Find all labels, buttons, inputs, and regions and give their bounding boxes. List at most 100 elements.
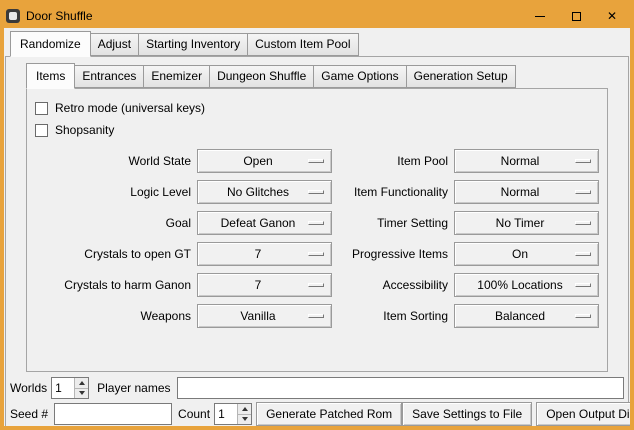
seed-label: Seed # — [10, 407, 48, 421]
save-settings-button[interactable]: Save Settings to File — [402, 402, 532, 426]
window-title: Door Shuffle — [26, 9, 93, 23]
items-pane: Retro mode (universal keys) Shopsanity W… — [26, 88, 608, 372]
item-pool-value: Normal — [455, 154, 575, 168]
close-icon: ✕ — [607, 10, 617, 22]
player-names-input[interactable] — [177, 377, 625, 399]
item-functionality-value: Normal — [455, 185, 575, 199]
worlds-input[interactable] — [52, 378, 74, 398]
progressive-items-label: Progressive Items — [332, 247, 448, 261]
logic-level-dropdown[interactable]: No Glitches — [197, 180, 332, 204]
worlds-label: Worlds — [10, 381, 47, 395]
settings-row: World State Open Item Pool Normal — [33, 149, 601, 173]
crystals-ganon-value: 7 — [198, 278, 308, 292]
item-pool-dropdown[interactable]: Normal — [454, 149, 599, 173]
secondary-tab-bar: Items Entrances Enemizer Dungeon Shuffle… — [26, 63, 628, 88]
accessibility-label: Accessibility — [332, 278, 448, 292]
crystals-gt-dropdown[interactable]: 7 — [197, 242, 332, 266]
accessibility-value: 100% Locations — [455, 278, 575, 292]
arrow-up-icon — [242, 407, 248, 411]
settings-grid: World State Open Item Pool Normal Logic … — [33, 149, 601, 328]
tab-dungeon-shuffle[interactable]: Dungeon Shuffle — [209, 65, 314, 88]
minimize-button[interactable] — [522, 4, 558, 28]
dropdown-indicator-icon — [575, 252, 591, 256]
tab-enemizer[interactable]: Enemizer — [143, 65, 210, 88]
dropdown-indicator-icon — [308, 159, 324, 163]
weapons-dropdown[interactable]: Vanilla — [197, 304, 332, 328]
settings-row: Logic Level No Glitches Item Functionali… — [33, 180, 601, 204]
maximize-button[interactable] — [558, 4, 594, 28]
arrow-down-icon — [242, 417, 248, 421]
count-spin-buttons — [237, 404, 251, 424]
item-pool-label: Item Pool — [332, 154, 448, 168]
tab-custom-item-pool[interactable]: Custom Item Pool — [247, 33, 358, 56]
retro-mode-checkbox[interactable] — [35, 102, 48, 115]
count-up-arrow[interactable] — [238, 404, 251, 414]
world-state-dropdown[interactable]: Open — [197, 149, 332, 173]
worlds-down-arrow[interactable] — [75, 388, 88, 399]
dropdown-indicator-icon — [575, 314, 591, 318]
worlds-spinner — [51, 377, 89, 399]
generate-patched-rom-button[interactable]: Generate Patched Rom — [256, 402, 402, 426]
world-state-label: World State — [33, 154, 191, 168]
arrow-up-icon — [79, 381, 85, 385]
minimize-icon — [535, 16, 545, 17]
item-sorting-label: Item Sorting — [332, 309, 448, 323]
crystals-gt-value: 7 — [198, 247, 308, 261]
tab-game-options[interactable]: Game Options — [313, 65, 406, 88]
timer-setting-value: No Timer — [455, 216, 575, 230]
worlds-up-arrow[interactable] — [75, 378, 88, 388]
goal-dropdown[interactable]: Defeat Ganon — [197, 211, 332, 235]
seed-input[interactable] — [54, 403, 172, 425]
logic-level-value: No Glitches — [198, 185, 308, 199]
tab-adjust[interactable]: Adjust — [90, 33, 139, 56]
tab-items[interactable]: Items — [26, 63, 75, 89]
dropdown-indicator-icon — [308, 252, 324, 256]
count-down-arrow[interactable] — [238, 414, 251, 425]
dropdown-indicator-icon — [575, 283, 591, 287]
goal-label: Goal — [33, 216, 191, 230]
close-button[interactable]: ✕ — [594, 4, 630, 28]
bottom-controls: Worlds Player names Seed # Count — [6, 372, 628, 429]
count-spinner — [214, 403, 252, 425]
settings-row: Goal Defeat Ganon Timer Setting No Timer — [33, 211, 601, 235]
retro-mode-row: Retro mode (universal keys) — [35, 97, 601, 119]
tab-starting-inventory[interactable]: Starting Inventory — [138, 33, 248, 56]
titlebar[interactable]: Door Shuffle ✕ — [4, 4, 630, 28]
item-functionality-dropdown[interactable]: Normal — [454, 180, 599, 204]
timer-setting-dropdown[interactable]: No Timer — [454, 211, 599, 235]
count-input[interactable] — [215, 404, 237, 424]
seed-row: Seed # Count Generate Patched Rom Save S… — [10, 402, 624, 426]
settings-row: Weapons Vanilla Item Sorting Balanced — [33, 304, 601, 328]
progressive-items-dropdown[interactable]: On — [454, 242, 599, 266]
item-sorting-dropdown[interactable]: Balanced — [454, 304, 599, 328]
shopsanity-label: Shopsanity — [55, 123, 114, 137]
dropdown-indicator-icon — [575, 190, 591, 194]
window-controls: ✕ — [522, 4, 630, 28]
dropdown-indicator-icon — [308, 283, 324, 287]
arrow-down-icon — [79, 391, 85, 395]
open-output-directory-button[interactable]: Open Output Directory — [536, 402, 634, 426]
tab-randomize[interactable]: Randomize — [10, 31, 91, 57]
door-shuffle-window: Door Shuffle ✕ Randomize Adjust Starting… — [0, 0, 634, 430]
app-icon — [6, 9, 20, 23]
world-state-value: Open — [198, 154, 308, 168]
crystals-ganon-label: Crystals to harm Ganon — [33, 278, 191, 292]
crystals-gt-label: Crystals to open GT — [33, 247, 191, 261]
dropdown-indicator-icon — [308, 314, 324, 318]
tab-generation-setup[interactable]: Generation Setup — [406, 65, 516, 88]
worlds-row: Worlds Player names — [10, 376, 624, 400]
count-label: Count — [178, 407, 210, 421]
shopsanity-checkbox[interactable] — [35, 124, 48, 137]
primary-tab-bar: Randomize Adjust Starting Inventory Cust… — [10, 31, 630, 56]
tab-entrances[interactable]: Entrances — [74, 65, 144, 88]
settings-row: Crystals to harm Ganon 7 Accessibility 1… — [33, 273, 601, 297]
crystals-ganon-dropdown[interactable]: 7 — [197, 273, 332, 297]
shopsanity-row: Shopsanity — [35, 119, 601, 141]
accessibility-dropdown[interactable]: 100% Locations — [454, 273, 599, 297]
dropdown-indicator-icon — [575, 221, 591, 225]
dropdown-indicator-icon — [308, 221, 324, 225]
timer-setting-label: Timer Setting — [332, 216, 448, 230]
weapons-label: Weapons — [33, 309, 191, 323]
randomize-pane: Items Entrances Enemizer Dungeon Shuffle… — [5, 56, 629, 430]
maximize-icon — [572, 12, 581, 21]
